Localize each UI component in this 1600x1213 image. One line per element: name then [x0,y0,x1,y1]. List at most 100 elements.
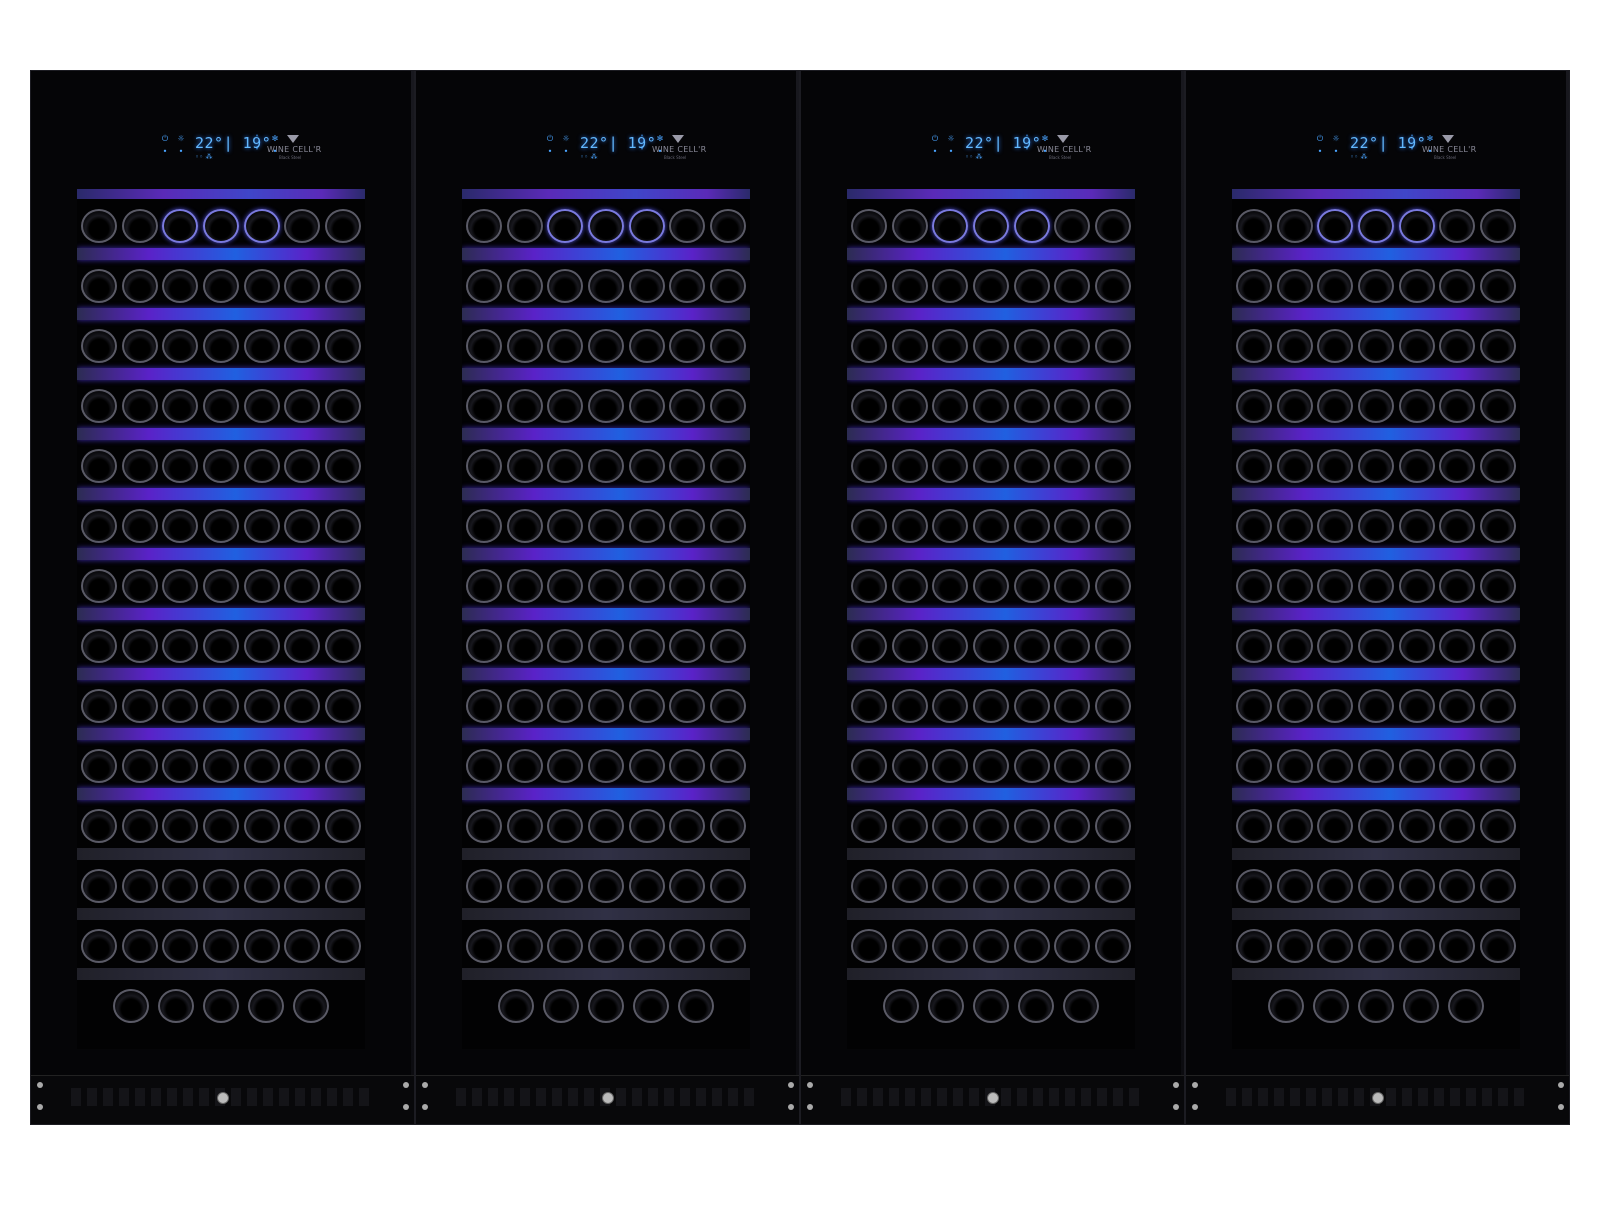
bottle-group [847,869,1135,907]
wine-bottle [324,629,361,663]
wine-bottle [466,269,502,303]
wine-bottle [628,269,665,303]
wine-bottle [1317,449,1354,483]
wine-bottle [669,629,706,663]
wine-shelf-row [77,861,365,923]
wine-bottle [547,809,584,843]
power-button[interactable]: ⏻ [161,135,169,143]
wine-bottle [324,509,361,543]
glass-door[interactable] [462,189,750,1049]
wine-bottle [121,809,158,843]
hinge-screw [37,1082,43,1088]
mode-button[interactable]: • [546,148,554,156]
wine-bottle [709,269,746,303]
wine-bottle [121,929,158,963]
glass-door[interactable] [847,189,1135,1049]
lock-icon[interactable] [217,1092,229,1104]
shelf-led-strip [77,248,365,260]
fan-button[interactable]: • [562,148,570,156]
bottle-group [77,749,365,787]
wine-shelf-row [77,981,365,1043]
power-button[interactable]: ⏻ [546,135,554,143]
wine-bottle [506,509,543,543]
snowflake-button[interactable]: ✻ [656,135,664,143]
wine-bottle [1439,629,1476,663]
wine-bottle [851,209,887,243]
bottle-group [77,449,365,487]
wine-bottle [162,689,199,723]
wine-bottle [1013,629,1050,663]
shelf-led-strip [462,548,750,560]
fan-button[interactable]: • [177,148,185,156]
shelf-led-strip [77,788,365,800]
wine-bottle [587,209,624,243]
wine-bottle [121,449,158,483]
wine-bottle [1479,809,1516,843]
wine-shelf-row [462,981,750,1043]
wine-bottle [547,329,584,363]
mode-button[interactable]: • [931,148,939,156]
wine-bottle [324,689,361,723]
fan-icon: • [1333,147,1339,156]
lock-icon[interactable] [1372,1092,1384,1104]
snowflake-button[interactable]: ✻ [271,135,279,143]
fan-icon: • [948,147,954,156]
shelf-led-strip [847,908,1135,920]
snowflake-icon: ✻ [1041,134,1049,143]
brand-subline: Black Steel [279,155,302,160]
wine-shelf-row [1232,801,1520,863]
wine-bottle [1357,329,1394,363]
wine-bottle [324,209,361,243]
bottle-group [77,269,365,307]
wine-bottle [1439,509,1476,543]
fan-button[interactable]: • [947,148,955,156]
shelf-led-strip [77,728,365,740]
wine-shelf-row [1232,561,1520,623]
power-button[interactable]: ⏻ [1316,135,1324,143]
wine-bottle [1013,389,1050,423]
temperature-display: 22°| 19° [1350,134,1427,152]
bottle-group [462,749,750,787]
light-button[interactable]: ☼ [177,135,185,143]
snowflake-button[interactable]: ✻ [1426,135,1434,143]
wine-bottle [284,509,321,543]
wine-shelf-row [77,381,365,443]
light-icon: ☼ [177,134,185,143]
light-button[interactable]: ☼ [562,135,570,143]
wine-bottle [1276,509,1313,543]
glass-door[interactable] [77,189,365,1049]
bottle-group [847,629,1135,667]
wine-shelf-row [847,321,1135,383]
mode-button[interactable]: • [161,148,169,156]
power-button[interactable]: ⏻ [931,135,939,143]
wine-shelf-row [462,441,750,503]
top-led-strip [77,189,365,199]
light-button[interactable]: ☼ [1332,135,1340,143]
wine-bottle [1313,989,1349,1023]
bottle-group [462,449,750,487]
wine-bottle [1317,509,1354,543]
wine-shelf-row [847,741,1135,803]
wine-bottle [1094,389,1131,423]
wine-bottle [1013,869,1050,903]
wine-shelf-row [462,621,750,683]
snowflake-button[interactable]: ✻ [1041,135,1049,143]
light-button[interactable]: ☼ [947,135,955,143]
mode-button[interactable]: • [1316,148,1324,156]
wine-bottle [547,929,584,963]
lock-icon[interactable] [987,1092,999,1104]
wine-bottle [121,209,158,243]
glass-door[interactable] [1232,189,1520,1049]
lock-icon[interactable] [602,1092,614,1104]
shelf-led-strip [1232,308,1520,320]
wine-shelf-row [462,201,750,263]
wine-bottle [162,449,199,483]
wine-bottle [162,509,199,543]
fan-button[interactable]: • [1332,148,1340,156]
wine-bottle [1479,329,1516,363]
wine-bottle [162,569,199,603]
mode-icon: • [1317,147,1323,156]
wine-bottle [547,749,584,783]
wine-bottle [628,569,665,603]
wine-bottle [1398,269,1435,303]
